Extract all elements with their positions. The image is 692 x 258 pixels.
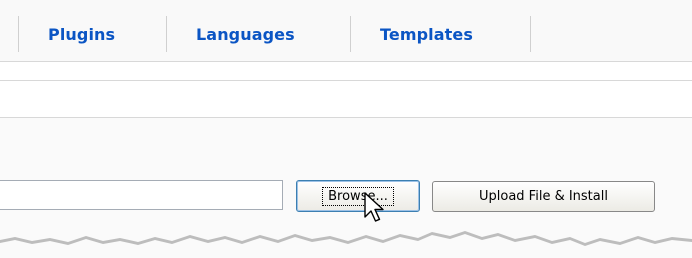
- tab-separator: [350, 16, 351, 52]
- extensions-tab-bar: Plugins Languages Templates: [0, 0, 692, 62]
- divider: [0, 80, 692, 81]
- package-file-input[interactable]: [0, 180, 283, 210]
- tab-bar-border: [0, 61, 692, 62]
- upload-install-button[interactable]: Upload File & Install: [432, 181, 655, 212]
- browse-button[interactable]: Browse...: [296, 180, 420, 212]
- mouse-pointer-icon: [364, 192, 384, 222]
- tab-templates[interactable]: Templates: [380, 25, 473, 44]
- tab-languages[interactable]: Languages: [196, 25, 295, 44]
- tab-plugins[interactable]: Plugins: [48, 25, 115, 44]
- tab-separator: [166, 16, 167, 52]
- tab-separator: [530, 16, 531, 52]
- torn-edge-shadow: [0, 226, 692, 246]
- tab-separator: [18, 16, 19, 52]
